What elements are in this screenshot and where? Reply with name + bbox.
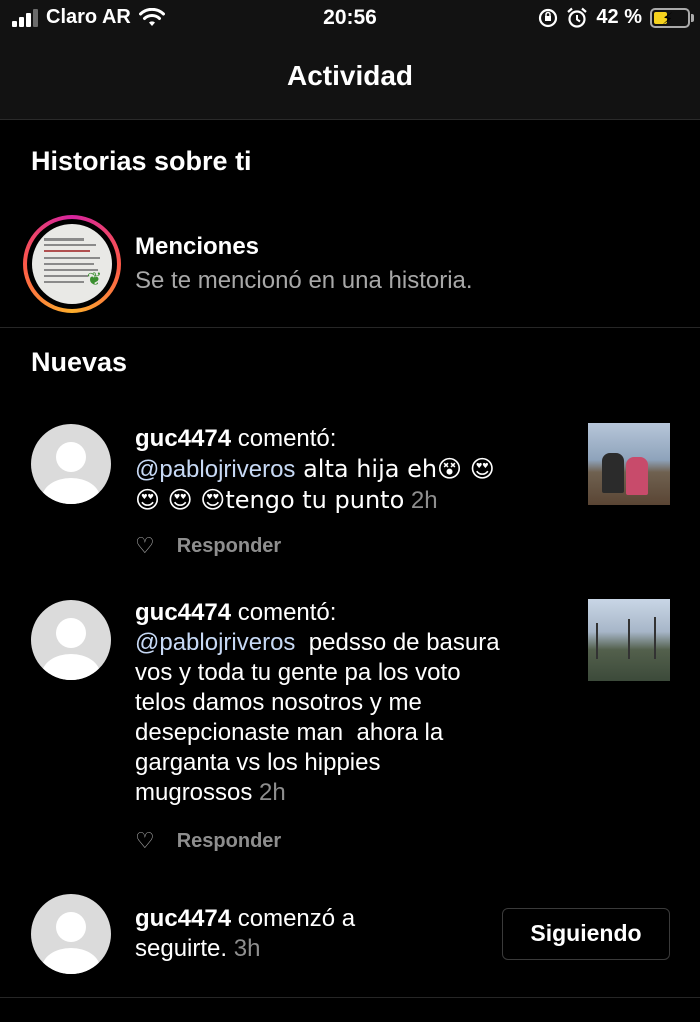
username[interactable]: guc4474 xyxy=(135,905,231,932)
action-text: comentó: xyxy=(231,599,337,626)
battery-percent: 42 % xyxy=(596,6,642,28)
battery-charging-icon: ⚡ xyxy=(650,7,694,28)
notification-text: guc4474 comenzó a seguirte. 3h xyxy=(135,904,485,964)
action-text: comenzó a xyxy=(231,905,356,932)
mentions-row[interactable]: ❦ Menciones Se te mencionó en una histor… xyxy=(0,205,700,325)
username[interactable]: guc4474 xyxy=(135,425,231,452)
story-thumbnail: ❦ xyxy=(32,224,112,304)
follow-text: seguirte. xyxy=(135,935,228,962)
alarm-icon xyxy=(567,7,588,28)
orientation-lock-icon xyxy=(539,8,558,27)
mentions-subtitle: Se te mencionó en una historia. xyxy=(135,267,473,294)
comment-text: desepcionaste man ahora la xyxy=(135,719,444,746)
comment-text: vos y toda tu gente pa los voto xyxy=(135,659,461,686)
timestamp: 3h xyxy=(233,935,261,962)
status-bar: Claro AR 20:56 42 % ⚡ xyxy=(0,0,700,40)
page-title: Actividad xyxy=(286,60,414,91)
status-right: 42 % ⚡ xyxy=(538,6,694,29)
timestamp: 2h xyxy=(259,779,286,806)
notification-text: guc4474 comentó: @pablojriveros alta hij… xyxy=(135,424,575,516)
notification-text: guc4474 comentó: @pablojriveros pedsso d… xyxy=(135,598,575,808)
timestamp: 2h xyxy=(410,487,438,514)
following-button[interactable]: Siguiendo xyxy=(502,908,670,960)
comment-text: alta hija eh😵 😍 xyxy=(295,455,495,483)
reply-button[interactable]: Responder xyxy=(177,535,281,558)
story-ring[interactable]: ❦ xyxy=(23,215,121,313)
post-thumbnail[interactable] xyxy=(588,423,670,505)
mention-link[interactable]: @pablojriveros xyxy=(135,629,295,656)
divider xyxy=(0,997,700,998)
mention-link[interactable]: @pablojriveros xyxy=(135,456,295,483)
reply-button[interactable]: Responder xyxy=(177,830,281,853)
avatar[interactable] xyxy=(31,600,111,680)
heart-icon[interactable]: ♡ xyxy=(135,533,155,559)
action-text: comentó: xyxy=(231,425,337,452)
reply-row: ♡ Responder xyxy=(135,533,281,559)
comment-text: pedsso de basura xyxy=(295,629,500,656)
new-section-title: Nuevas xyxy=(31,347,128,377)
avatar[interactable] xyxy=(31,894,111,974)
header: Actividad xyxy=(0,40,700,120)
comment-text: 😍 😍 😍tengo tu punto xyxy=(135,486,405,514)
username[interactable]: guc4474 xyxy=(135,599,231,626)
comment-text: garganta vs los hippies xyxy=(135,749,381,776)
stories-section-title: Historias sobre ti xyxy=(31,146,252,176)
comment-text: mugrossos xyxy=(135,779,253,806)
post-thumbnail[interactable] xyxy=(588,599,670,681)
heart-icon[interactable]: ♡ xyxy=(135,828,155,854)
avatar[interactable] xyxy=(31,424,111,504)
divider xyxy=(0,327,700,328)
comment-text: telos damos nosotros y me xyxy=(135,689,422,716)
mentions-title: Menciones xyxy=(135,233,260,260)
reply-row: ♡ Responder xyxy=(135,828,281,854)
